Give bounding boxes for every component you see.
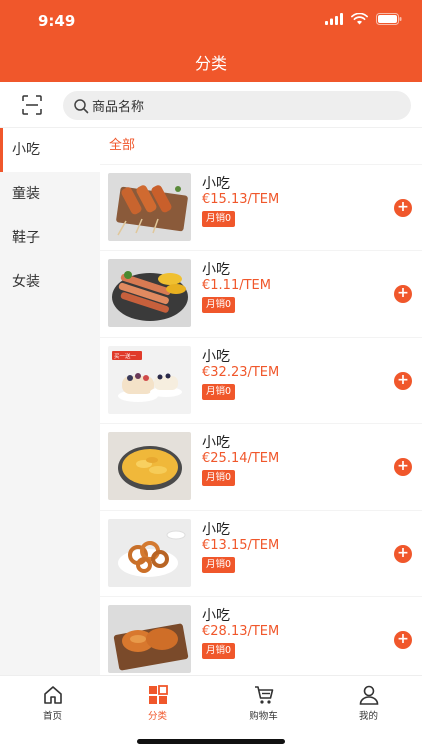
tab-cart[interactable]: 购物车 bbox=[211, 684, 316, 722]
header: 9:49 分类 bbox=[0, 0, 422, 82]
search-row: 商品名称 bbox=[0, 82, 422, 128]
product-image-onion-rings bbox=[108, 518, 191, 587]
product-item[interactable]: 小吃 €28.13/TEM 月销0 + bbox=[100, 595, 422, 675]
product-name: 小吃 bbox=[202, 348, 230, 365]
home-icon bbox=[43, 686, 62, 704]
sales-badge: 月销0 bbox=[202, 556, 236, 573]
tab-label: 首页 bbox=[42, 711, 62, 722]
category-sidebar: 小吃 童装 鞋子 女装 bbox=[0, 128, 100, 675]
product-item[interactable]: 小吃 €13.15/TEM 月销0 + bbox=[100, 509, 422, 596]
product-name: 小吃 bbox=[202, 262, 230, 279]
scan-icon[interactable] bbox=[22, 95, 42, 115]
add-to-cart-button[interactable]: + bbox=[394, 458, 412, 477]
product-image-grilled-skewers bbox=[108, 259, 191, 328]
product-image-pizza bbox=[108, 432, 191, 501]
tab-category[interactable]: 分类 bbox=[105, 684, 210, 722]
product-name: 小吃 bbox=[202, 176, 230, 192]
sales-badge: 月销0 bbox=[202, 297, 236, 314]
product-price: €28.13/TEM bbox=[202, 623, 280, 639]
product-item[interactable]: 小吃 €1.11/TEM 月销0 + bbox=[100, 250, 422, 336]
product-item[interactable]: 小吃 €25.14/TEM 月销0 + bbox=[100, 423, 422, 509]
sales-badge: 月销0 bbox=[202, 642, 236, 659]
sidebar-item-snacks[interactable]: 小吃 bbox=[0, 128, 100, 172]
tab-label: 我的 bbox=[358, 711, 378, 722]
sidebar-item-kids-clothing[interactable]: 童装 bbox=[0, 172, 100, 216]
add-to-cart-button[interactable]: + bbox=[394, 630, 412, 649]
battery-icon bbox=[376, 13, 402, 25]
category-filter-all[interactable]: 全部 bbox=[100, 128, 422, 164]
add-to-cart-button[interactable]: + bbox=[394, 371, 412, 390]
sales-badge: 月销0 bbox=[202, 470, 236, 487]
product-name: 小吃 bbox=[202, 435, 230, 452]
sales-badge: 月销0 bbox=[202, 211, 236, 227]
tab-label: 分类 bbox=[147, 711, 167, 722]
home-indicator bbox=[137, 739, 285, 744]
add-to-cart-button[interactable]: + bbox=[394, 199, 412, 217]
category-icon bbox=[148, 685, 168, 704]
product-name: 小吃 bbox=[202, 607, 230, 624]
search-placeholder: 商品名称 bbox=[92, 100, 145, 115]
product-price: €25.14/TEM bbox=[202, 451, 280, 467]
sales-badge: 月销0 bbox=[202, 383, 236, 400]
product-price: €1.11/TEM bbox=[202, 278, 271, 294]
product-item[interactable]: 买一送一 小吃 €32.23/TEM 月销0 + bbox=[100, 336, 422, 423]
promo-tag: 买一送一 bbox=[114, 352, 137, 360]
product-price: €15.13/TEM bbox=[202, 192, 280, 207]
signal-icon bbox=[325, 13, 343, 25]
product-image-chicken-skewers bbox=[108, 173, 191, 241]
category-page: 9:49 分类 商品名称 小吃 童装 鞋子 女装 全部 小吃 €15.13/TE… bbox=[0, 0, 422, 750]
product-image-cakes: 买一送一 bbox=[108, 345, 191, 414]
product-name: 小吃 bbox=[202, 521, 230, 538]
product-price: €13.15/TEM bbox=[202, 537, 280, 553]
search-icon bbox=[74, 98, 89, 113]
sidebar-item-womens-clothing[interactable]: 女装 bbox=[0, 260, 100, 304]
search-input[interactable]: 商品名称 bbox=[63, 91, 411, 120]
tab-home[interactable]: 首页 bbox=[0, 684, 105, 722]
tab-label: 购物车 bbox=[249, 711, 278, 722]
user-icon bbox=[359, 685, 378, 705]
status-time: 9:49 bbox=[38, 12, 76, 30]
cart-icon bbox=[254, 686, 273, 704]
sidebar-item-shoes[interactable]: 鞋子 bbox=[0, 216, 100, 260]
status-icons bbox=[325, 13, 402, 25]
status-bar: 9:49 bbox=[0, 0, 422, 44]
wifi-icon bbox=[351, 13, 368, 25]
product-price: €32.23/TEM bbox=[202, 364, 280, 380]
add-to-cart-button[interactable]: + bbox=[394, 285, 412, 304]
add-to-cart-button[interactable]: + bbox=[394, 544, 412, 563]
product-item[interactable]: 小吃 €15.13/TEM 月销0 + bbox=[100, 164, 422, 250]
product-list: 全部 小吃 €15.13/TEM 月销0 + 小吃 €1.11/TEM 月销0 … bbox=[100, 128, 422, 675]
page-title: 分类 bbox=[194, 54, 227, 73]
product-image-chicken-wings bbox=[108, 604, 191, 673]
tab-profile[interactable]: 我的 bbox=[316, 684, 421, 722]
